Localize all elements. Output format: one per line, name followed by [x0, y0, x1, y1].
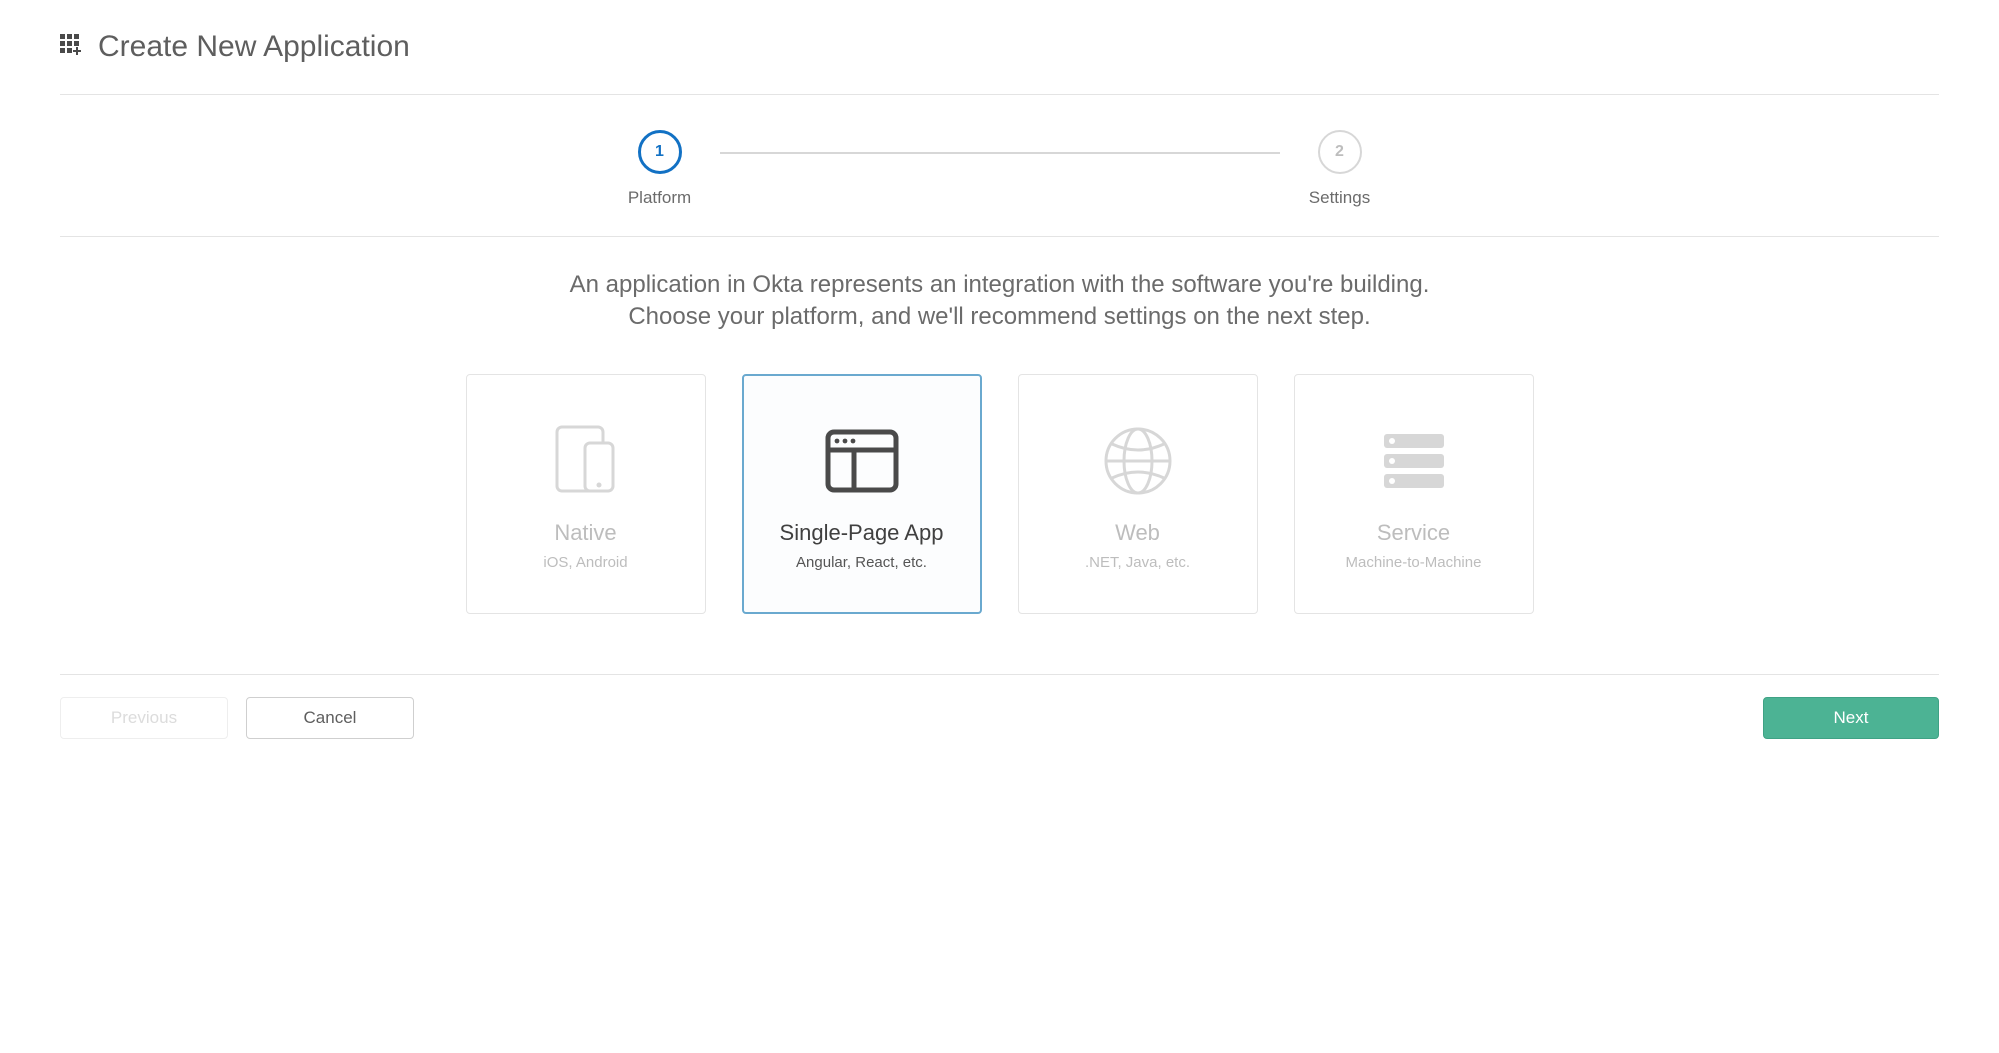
platform-card-title: Native	[554, 520, 616, 546]
intro-line-1: An application in Okta represents an int…	[180, 269, 1819, 301]
platform-card-list: Native iOS, Android Single-Page App Angu…	[60, 344, 1939, 674]
platform-card-spa[interactable]: Single-Page App Angular, React, etc.	[742, 374, 982, 614]
platform-card-sub: Angular, React, etc.	[796, 554, 927, 571]
page-header: Create New Application	[60, 30, 1939, 64]
globe-icon	[1101, 416, 1175, 506]
step-label-1: Platform	[628, 188, 691, 208]
intro-text: An application in Okta represents an int…	[60, 237, 1939, 344]
platform-card-web[interactable]: Web .NET, Java, etc.	[1018, 374, 1258, 614]
platform-card-service[interactable]: Service Machine-to-Machine	[1294, 374, 1534, 614]
page-title: Create New Application	[98, 30, 410, 64]
wizard-footer: Previous Cancel Next	[60, 675, 1939, 749]
app-add-icon	[60, 34, 86, 60]
footer-left: Previous Cancel	[60, 697, 414, 739]
intro-line-2: Choose your platform, and we'll recommen…	[180, 301, 1819, 333]
previous-button[interactable]: Previous	[60, 697, 228, 739]
step-circle-2: 2	[1318, 130, 1362, 174]
platform-card-title: Service	[1377, 520, 1450, 546]
wizard-stepper: 1 Platform 2 Settings	[60, 95, 1939, 236]
platform-card-sub: Machine-to-Machine	[1346, 554, 1482, 571]
cancel-button[interactable]: Cancel	[246, 697, 414, 739]
next-button[interactable]: Next	[1763, 697, 1939, 739]
devices-icon	[541, 416, 631, 506]
browser-icon	[822, 416, 902, 506]
platform-card-title: Web	[1115, 520, 1160, 546]
platform-card-sub: .NET, Java, etc.	[1085, 554, 1190, 571]
platform-card-native[interactable]: Native iOS, Android	[466, 374, 706, 614]
step-label-2: Settings	[1309, 188, 1370, 208]
step-circle-1: 1	[638, 130, 682, 174]
servers-icon	[1374, 416, 1454, 506]
step-platform: 1 Platform	[600, 130, 720, 208]
step-settings: 2 Settings	[1280, 130, 1400, 208]
platform-card-sub: iOS, Android	[543, 554, 627, 571]
platform-card-title: Single-Page App	[780, 520, 944, 546]
step-connector	[720, 152, 1280, 154]
